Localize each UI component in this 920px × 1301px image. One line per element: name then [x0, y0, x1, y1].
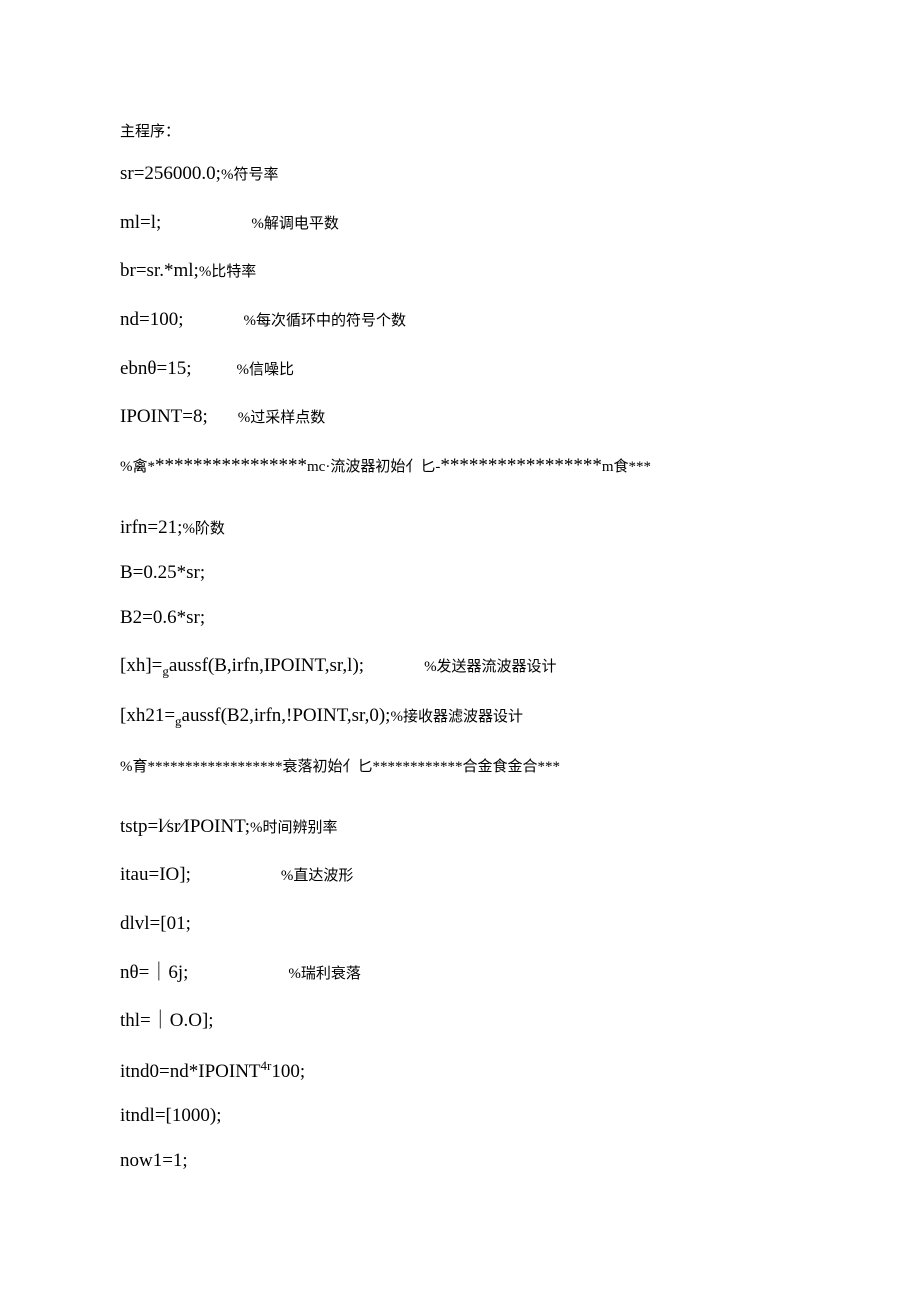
code-line: ebnθ=15; %信噪比	[120, 356, 800, 383]
text: m食***	[602, 459, 651, 475]
code-line: %禽*****************mc·流波器初始亻匕-**********…	[120, 453, 800, 480]
comment-text: %解调电平数	[251, 216, 339, 232]
comment-text: %直达波形	[281, 868, 354, 884]
comment-text: %信噪比	[237, 362, 295, 378]
code-text: dlvl=[01;	[120, 913, 191, 934]
document-page: 主程序： sr=256000.0;%符号率 ml=l; %解调电平数 br=sr.…	[0, 0, 920, 1257]
code-text: tstp=l⁄sr⁄IPOINT;	[120, 816, 250, 837]
code-text: nθ=｜6j;	[120, 962, 188, 983]
code-line: 主程序：	[120, 118, 800, 143]
code-line: irfn=21;%阶数	[120, 515, 800, 542]
code-text: thl=｜O.O];	[120, 1010, 214, 1031]
code-line: ml=l; %解调电平数	[120, 210, 800, 237]
text: ****************	[155, 455, 307, 476]
code-text: IPOINT=8;	[120, 406, 208, 427]
code-text: sr=256000.0;	[120, 163, 221, 184]
code-text: irfn=21;	[120, 517, 182, 538]
code-line: [xh21=gaussf(B2,irfn,!POINT,sr,0);%接收器滤波…	[120, 703, 800, 731]
comment-text: %过采样点数	[238, 410, 326, 426]
text: 主程序：	[120, 124, 180, 140]
code-line: [xh]=gaussf(B,irfn,IPOINT,sr,l);%发送器流波器设…	[120, 653, 800, 681]
code-text: B=0.25*sr;	[120, 562, 205, 583]
comment-text: %瑞利衰落	[288, 966, 361, 982]
code-text: itnd0=nd*IPOINT	[120, 1061, 261, 1082]
code-text: [xh]=	[120, 655, 162, 676]
comment-text: %禽*	[120, 459, 155, 475]
comment-text: %符号率	[221, 167, 279, 183]
comment-text: %阶数	[182, 521, 225, 537]
code-line: now1=1;	[120, 1148, 800, 1175]
code-line: itndl=[1000);	[120, 1103, 800, 1130]
code-text: 100;	[271, 1061, 305, 1082]
comment-text: %时间辨别率	[250, 820, 338, 836]
comment-text: %比特率	[199, 264, 257, 280]
superscript: 4r	[261, 1058, 272, 1073]
text: *****************	[440, 455, 602, 476]
code-line: nd=100; %每次循环中的符号个数	[120, 307, 800, 334]
code-text: br=sr.*ml;	[120, 260, 199, 281]
code-text: itau=IO];	[120, 864, 191, 885]
comment-text: %接收器滤波器设计	[390, 709, 523, 725]
code-line: itnd0=nd*IPOINT4r100;	[120, 1057, 800, 1086]
code-text: [xh21=	[120, 705, 175, 726]
text: mc·流波器初始亻匕-	[307, 459, 440, 475]
code-text: aussf(B2,irfn,!POINT,sr,0);	[182, 705, 391, 726]
code-line: tstp=l⁄sr⁄IPOINT;%时间辨别率	[120, 814, 800, 841]
code-line: IPOINT=8; %过采样点数	[120, 404, 800, 431]
code-line: %育******************衰落初始亻匕************合金…	[120, 753, 800, 778]
code-line: B2=0.6*sr;	[120, 605, 800, 632]
code-line: B=0.25*sr;	[120, 560, 800, 587]
code-text: ebnθ=15;	[120, 358, 192, 379]
code-text: nd=100;	[120, 309, 184, 330]
comment-text: %发送器流波器设计	[424, 659, 557, 675]
code-line: dlvl=[01;	[120, 911, 800, 938]
code-line: sr=256000.0;%符号率	[120, 161, 800, 188]
code-text: B2=0.6*sr;	[120, 607, 205, 628]
code-line: br=sr.*ml;%比特率	[120, 258, 800, 285]
code-line: thl=｜O.O];	[120, 1008, 800, 1035]
code-text: now1=1;	[120, 1150, 188, 1171]
code-text: itndl=[1000);	[120, 1105, 222, 1126]
comment-text: %育******************衰落初始亻匕************合金…	[120, 759, 560, 775]
code-line: nθ=｜6j; %瑞利衰落	[120, 960, 800, 987]
code-text: ml=l;	[120, 212, 161, 233]
code-line: itau=IO]; %直达波形	[120, 862, 800, 889]
code-text: aussf(B,irfn,IPOINT,sr,l);	[169, 655, 364, 676]
comment-text: %每次循环中的符号个数	[244, 313, 407, 329]
